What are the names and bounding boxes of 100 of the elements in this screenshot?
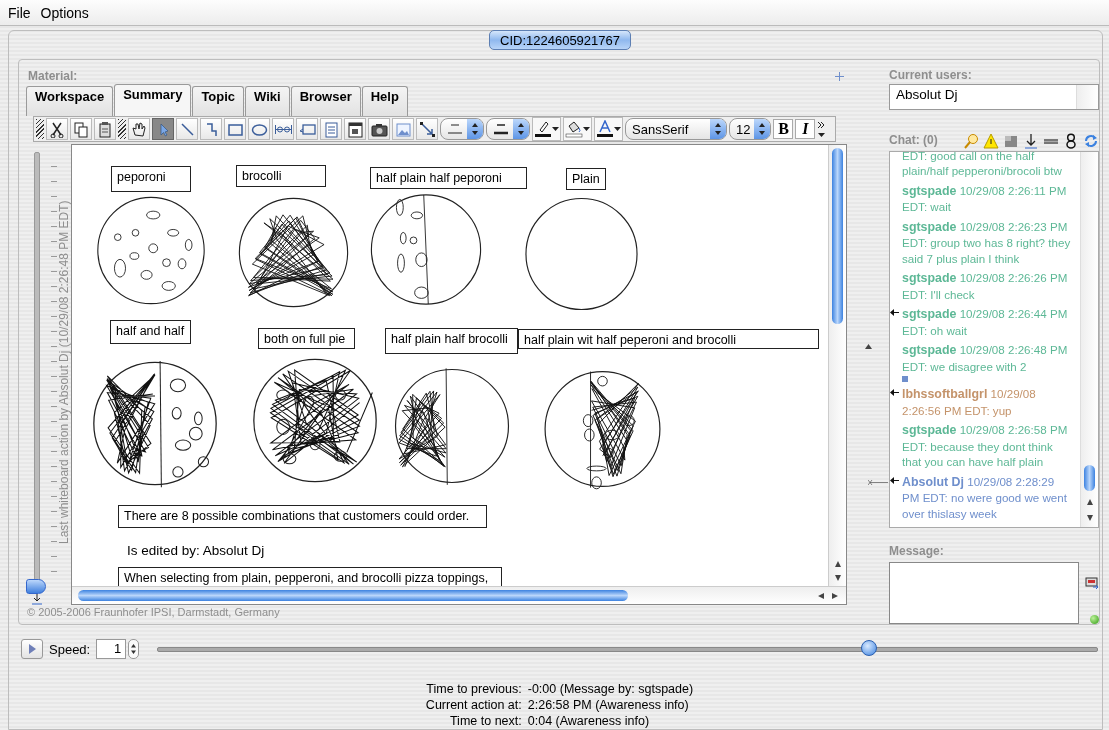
text-note[interactable]: Is edited by: Absolut Dj bbox=[122, 541, 270, 561]
tab[interactable]: Help bbox=[361, 86, 408, 116]
tool-button[interactable] bbox=[416, 118, 438, 140]
warning-icon[interactable] bbox=[983, 132, 999, 149]
tab[interactable]: Workspace bbox=[26, 86, 114, 116]
line-width-icon bbox=[493, 123, 509, 135]
session-id-button[interactable]: CID:1224605921767 bbox=[489, 30, 631, 50]
hand-icon bbox=[130, 120, 148, 138]
timing-label: Time to previous: bbox=[425, 681, 522, 697]
add-icon[interactable] bbox=[835, 69, 844, 83]
message-field[interactable] bbox=[889, 562, 1079, 624]
menu-item[interactable]: File bbox=[8, 4, 31, 21]
timing-value: -0:00 (Message by: sgtspade) bbox=[527, 681, 694, 697]
font-selector[interactable]: SansSerif bbox=[625, 118, 727, 140]
user-name[interactable]: Absolut Dj bbox=[893, 85, 961, 103]
resize-arrow-icon bbox=[418, 120, 436, 138]
stepper-arrows-icon[interactable] bbox=[472, 123, 478, 135]
menu-item[interactable]: Options bbox=[40, 4, 89, 21]
text-color-button[interactable] bbox=[594, 117, 623, 141]
italic-button[interactable]: I bbox=[795, 119, 816, 139]
chat-message: sgtspade 10/29/08 2:26:26 PM EDT: I'll check bbox=[902, 270, 1069, 303]
text-box[interactable]: peporoni bbox=[111, 166, 191, 192]
history-slider[interactable] bbox=[26, 579, 46, 594]
chat-message: sgtspade 10/29/08 2:26:58 PM EDT: because they dont think that you can have half plain bbox=[902, 422, 1069, 470]
text-box[interactable]: half plain wit half peperoni and brocolli bbox=[518, 329, 819, 349]
play-button[interactable] bbox=[21, 639, 43, 659]
caret-icon bbox=[552, 127, 559, 131]
text-box[interactable]: half plain half peporoni bbox=[370, 167, 527, 189]
copy-icon bbox=[72, 120, 90, 138]
speed-field[interactable]: 1 bbox=[96, 639, 127, 659]
stepper-arrows-icon[interactable] bbox=[518, 123, 524, 135]
stepper-arrows-icon[interactable] bbox=[715, 123, 721, 135]
speed-label: Speed: bbox=[49, 641, 91, 657]
download-icon[interactable] bbox=[1023, 132, 1039, 149]
tab[interactable]: Browser bbox=[290, 86, 361, 116]
line-style-selector[interactable] bbox=[440, 118, 484, 140]
timing-value: 2:26:58 PM (Awareness info) bbox=[527, 697, 690, 713]
grip-handle[interactable] bbox=[118, 119, 126, 139]
last-action-caption: Last whiteboard action by Absolut Dj (10/29/08 2:26:48 PM EDT) bbox=[57, 199, 71, 544]
tool-button[interactable] bbox=[128, 118, 150, 140]
font-size-selector[interactable]: 12 bbox=[729, 118, 772, 140]
status-dot bbox=[1090, 615, 1099, 624]
chat-message: EDT: good call on the half plain/half pepperoni/brocoli btw bbox=[902, 147, 1063, 179]
tab[interactable]: Wiki bbox=[245, 86, 290, 116]
text-color-icon bbox=[596, 120, 614, 138]
tab[interactable]: Topic bbox=[192, 86, 245, 116]
tool-button[interactable] bbox=[368, 118, 390, 140]
users-label: Current users: bbox=[889, 68, 973, 84]
text-box[interactable]: Plain bbox=[566, 168, 606, 190]
line-style-icon bbox=[447, 123, 463, 135]
timing-label: Time to next: bbox=[448, 713, 522, 729]
pen-color-button[interactable] bbox=[532, 117, 561, 141]
tab[interactable]: Summary bbox=[114, 84, 192, 116]
picture-icon bbox=[394, 120, 412, 138]
tool-button[interactable] bbox=[344, 118, 366, 140]
pen-icon bbox=[534, 120, 552, 138]
text-box[interactable]: When selecting from plain, pepperoni, and brocolli pizza toppings, bbox=[118, 567, 502, 586]
download-icon[interactable] bbox=[32, 591, 42, 605]
tool-button[interactable] bbox=[176, 118, 198, 140]
scissors-icon bbox=[48, 120, 66, 138]
search-icon[interactable] bbox=[963, 132, 979, 149]
text-box[interactable]: brocolli bbox=[236, 165, 326, 187]
text-box[interactable]: half plain half brocolli bbox=[385, 328, 518, 354]
chat-message: lbhssoftballgrl 10/29/08 2:26:56 PM EDT: yup bbox=[902, 386, 1037, 419]
timing-label: Current action at: bbox=[425, 697, 522, 713]
playback-slider[interactable] bbox=[860, 639, 877, 656]
text-box[interactable]: half and half bbox=[110, 320, 191, 344]
scroll-arrows-icon[interactable] bbox=[816, 591, 840, 600]
text-box[interactable]: both on full pie bbox=[258, 328, 355, 349]
tool-button[interactable] bbox=[272, 118, 294, 140]
line-icon bbox=[178, 120, 196, 138]
text-box[interactable]: There are 8 possible combinations that customers could order. bbox=[118, 505, 487, 528]
caret-icon bbox=[614, 127, 621, 131]
copyright-notice: © 2005-2006 Fraunhofer IPSI, Darmstadt, Germany bbox=[26, 605, 281, 618]
bold-button[interactable]: B bbox=[773, 119, 794, 139]
window-icon bbox=[346, 120, 364, 138]
vertical-scrollbar-thumb[interactable] bbox=[832, 148, 843, 324]
tool-button[interactable] bbox=[248, 118, 270, 140]
tool-button[interactable] bbox=[70, 118, 92, 140]
person-icon[interactable] bbox=[1063, 132, 1079, 149]
clipboard-icon bbox=[96, 120, 114, 138]
collapse-icon[interactable] bbox=[864, 344, 872, 349]
send-icon[interactable] bbox=[1085, 577, 1099, 589]
chat-message: Absolut Dj 10/29/08 2:28:29 PM EDT: no were good we went over thislasy week bbox=[902, 473, 1068, 522]
tool-button[interactable] bbox=[94, 118, 116, 140]
message-label: Message: bbox=[889, 544, 945, 560]
tool-button[interactable] bbox=[46, 118, 68, 140]
grip-handle[interactable] bbox=[36, 119, 44, 139]
fill-color-button[interactable] bbox=[563, 117, 592, 141]
line-width-selector[interactable] bbox=[486, 118, 530, 140]
scroll-arrows-icon[interactable] bbox=[833, 559, 842, 583]
timing-value: 0:04 (Awareness info) bbox=[527, 713, 651, 729]
chat-scrollbar-thumb[interactable] bbox=[1084, 465, 1095, 492]
more-icon[interactable] bbox=[817, 119, 827, 139]
chat-message: sgtspade 10/29/08 2:26:48 PM EDT: we disagree with 2 bbox=[902, 342, 1072, 383]
material-label: Material: bbox=[28, 69, 78, 83]
chat-message: sgtspade 10/29/08 2:26:44 PM EDT: oh wait bbox=[902, 306, 1069, 339]
stepper-arrows-icon[interactable] bbox=[759, 123, 766, 135]
stepper-control[interactable] bbox=[128, 639, 140, 659]
horizontal-scrollbar-thumb[interactable] bbox=[78, 590, 628, 601]
